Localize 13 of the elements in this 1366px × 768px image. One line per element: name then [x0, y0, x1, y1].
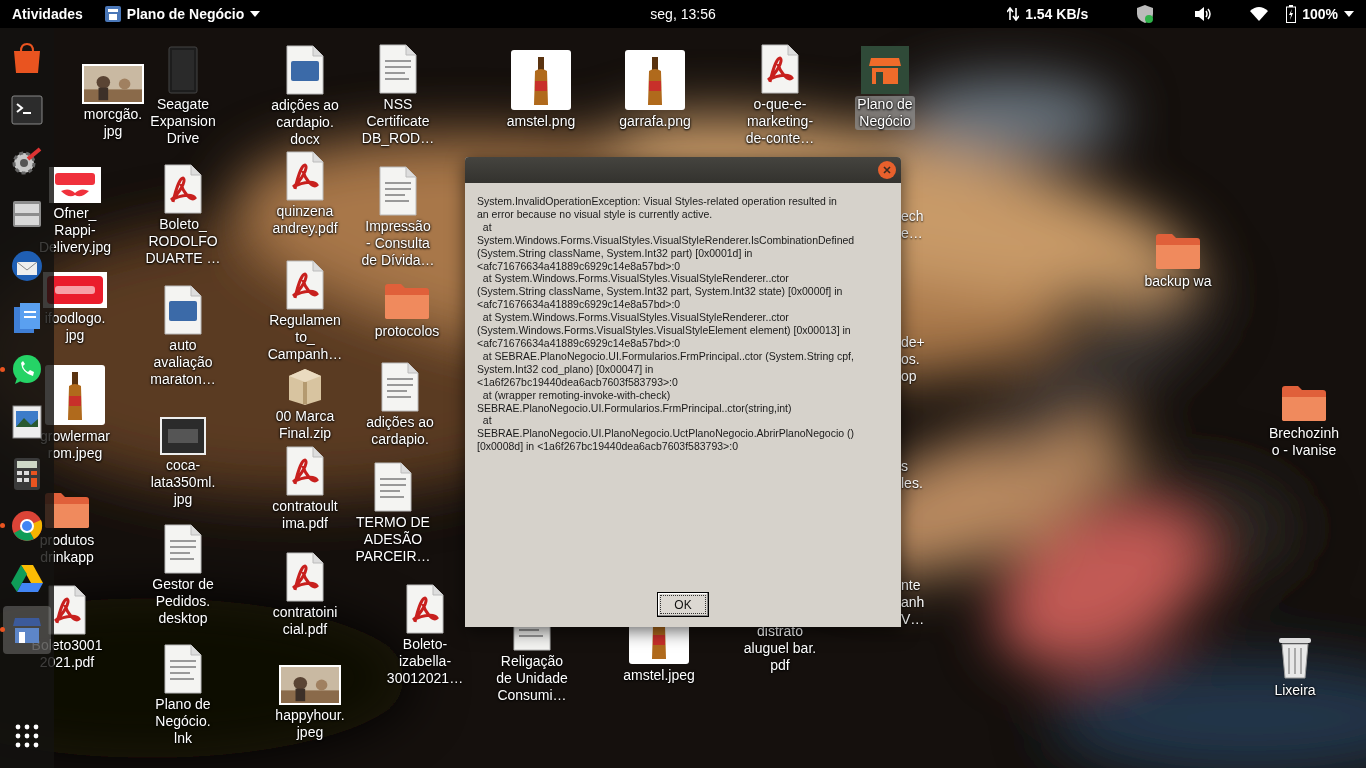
up-down-arrows-icon — [1007, 7, 1020, 21]
network-speed: 1.54 KB/s — [1025, 6, 1089, 22]
shield-icon[interactable] — [1136, 4, 1155, 24]
clock[interactable]: seg, 13:56 — [650, 6, 716, 22]
battery-icon[interactable] — [1286, 5, 1297, 23]
caret-icon — [250, 11, 261, 17]
app-menu[interactable]: Plano de Negócio — [104, 6, 261, 22]
battery-percentage: 100% — [1302, 6, 1338, 22]
storefront-icon — [104, 6, 121, 22]
activities-button[interactable]: Atividades — [12, 6, 83, 22]
caret-icon[interactable] — [1344, 11, 1354, 17]
volume-icon[interactable] — [1194, 6, 1213, 22]
wifi-icon[interactable] — [1250, 6, 1269, 22]
